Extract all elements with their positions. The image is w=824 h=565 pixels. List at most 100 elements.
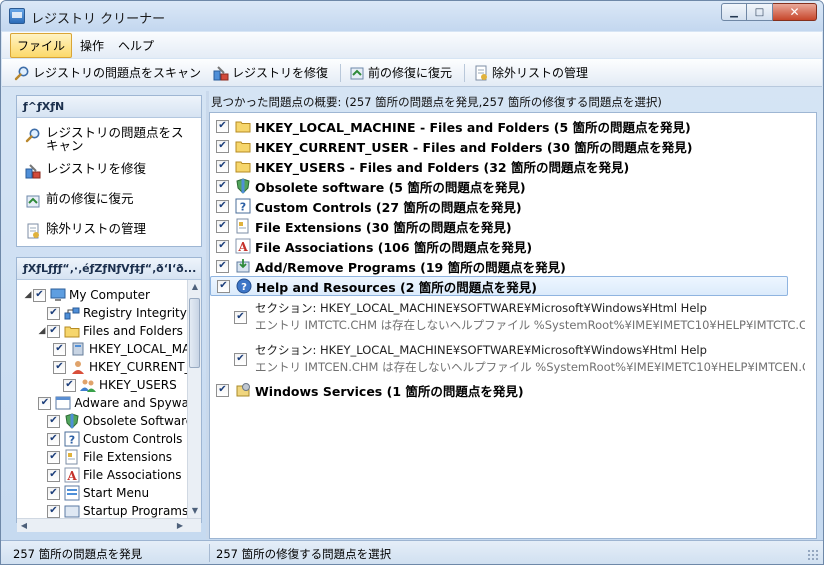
result-checkbox[interactable]: ✔ [216,259,229,273]
help-icon: ? [236,278,252,294]
tree-item[interactable]: ✔ File Extensions [23,448,201,466]
tree-item-checkbox[interactable]: ✔ [47,468,60,482]
result-checkbox[interactable]: ✔ [216,139,229,153]
svg-text:A: A [237,240,248,254]
tree-item[interactable]: ✔ Adware and Spyware [23,394,201,412]
result-checkbox[interactable]: ✔ [216,383,229,397]
startup-icon [64,503,80,519]
result-checkbox[interactable]: ✔ [216,239,229,253]
tree-item[interactable]: ✔? Custom Controls [23,430,201,448]
result-checkbox[interactable]: ✔ [216,199,229,213]
svg-text:?: ? [69,434,75,447]
tree-item-checkbox[interactable]: ✔ [47,432,60,446]
result-row[interactable]: ✔? Help and Resources (2 箇所の問題点を発見) [210,276,788,296]
tree-item[interactable]: ◢ ✔ My Computer [23,286,201,304]
scroll-left-arrow[interactable]: ◀ [17,519,31,532]
result-checkbox[interactable]: ✔ [216,219,229,233]
close-button[interactable]: ✕ [773,3,817,21]
repair-button[interactable]: レジストリを修復 [209,62,332,83]
tree-item-checkbox[interactable]: ✔ [47,306,60,320]
problem-checkbox[interactable]: ✔ [234,310,247,324]
menu-action[interactable]: 操作 [74,34,110,57]
status-found: 257 箇所の問題点を発見 [13,547,143,561]
result-checkbox[interactable]: ✔ [216,179,229,193]
result-row[interactable]: ✔? Custom Controls (27 箇所の問題点を発見) [210,196,816,216]
tree-item-checkbox[interactable]: ✔ [47,414,60,428]
app-icon [9,8,25,24]
tree-expander-icon[interactable]: ◢ [23,290,33,300]
result-label: Obsolete software (5 箇所の問題点を発見) [255,179,526,195]
tree-item-label: Files and Folders [83,324,183,338]
scroll-thumb[interactable] [189,298,200,368]
menu-file[interactable]: ファイル [10,32,73,58]
menu-bar: ファイル 操作 ヘルプ [2,32,822,58]
task-repair[interactable]: レジストリを修復 [17,158,201,188]
tree-item-checkbox[interactable]: ✔ [47,450,60,464]
result-row[interactable]: ✔ Add/Remove Programs (19 箇所の問題点を発見) [210,256,816,276]
shield-icon [64,413,80,429]
result-label: File Extensions (30 箇所の問題点を発見) [255,219,512,235]
install-icon [235,258,251,274]
menu-help[interactable]: ヘルプ [112,34,160,57]
task-restore[interactable]: 前の修復に復元 [17,188,201,218]
tree-item-checkbox[interactable]: ✔ [33,288,46,302]
tree-item[interactable]: ✔ Start Menu [23,484,201,502]
tree-item[interactable]: ✔ HKEY_CURRENT_USER [23,358,201,376]
minimize-button[interactable]: ▁ [721,3,747,21]
result-label: Custom Controls (27 箇所の問題点を発見) [255,199,522,215]
maximize-button[interactable]: □ [747,3,773,21]
task-repair-label: レジストリを修復 [46,161,147,176]
result-row[interactable]: ✔ HKEY_CURRENT_USER - Files and Folders (… [210,136,816,156]
svg-text:A: A [66,469,77,483]
tree-item[interactable]: ✔ Obsolete Software [23,412,201,430]
tree-expander-icon[interactable]: ◢ [37,326,47,336]
tree-item-checkbox[interactable]: ✔ [38,396,52,410]
folder-icon [235,138,251,154]
tree-item-checkbox[interactable]: ✔ [47,324,60,338]
result-checkbox[interactable]: ✔ [216,119,229,133]
computer-icon [50,287,66,303]
scroll-up-arrow[interactable]: ▲ [188,280,201,294]
result-checkbox[interactable]: ✔ [216,159,229,173]
tree-item-checkbox[interactable]: ✔ [47,486,60,500]
window-title: レジストリ クリーナー [31,12,166,27]
tree-item-checkbox[interactable]: ✔ [53,360,66,374]
tree-item-checkbox[interactable]: ✔ [63,378,76,392]
tree-item[interactable]: ✔ HKEY_LOCAL_MACHINE [23,340,201,358]
problem-detail-row[interactable]: ✔ セクション: HKEY_LOCAL_MACHINE¥SOFTWARE¥Micr… [210,338,816,380]
result-row[interactable]: ✔ Obsolete software (5 箇所の問題点を発見) [210,176,816,196]
tree-horizontal-scrollbar[interactable]: ◀ ▶ [17,518,201,532]
result-row[interactable]: ✔ A File Associations (106 箇所の問題点を発見) [210,236,816,256]
scan-button[interactable]: レジストリの問題点をスキャン [10,62,205,83]
tree-item-label: Start Menu [83,486,150,500]
font-icon: A [235,238,251,254]
tree-item-label: File Extensions [83,450,173,464]
restore-icon [349,65,365,81]
problem-section: セクション: HKEY_LOCAL_MACHINE¥SOFTWARE¥Micro… [255,343,707,357]
scroll-down-arrow[interactable]: ▼ [188,504,201,518]
tree-item[interactable]: ◢ ✔ Files and Folders [23,322,201,340]
problem-entry: エントリ IMTCTC.CHM は存在しないヘルプファイル %SystemRoo… [255,318,805,332]
resize-grip[interactable] [807,549,819,561]
tree-item[interactable]: ✔ A File Associations [23,466,201,484]
task-scan[interactable]: レジストリの問題点をスキャン [17,122,201,158]
result-row[interactable]: ✔ File Extensions (30 箇所の問題点を発見) [210,216,816,236]
problem-detail-row[interactable]: ✔ セクション: HKEY_LOCAL_MACHINE¥SOFTWARE¥Micr… [210,296,816,338]
tree-item-checkbox[interactable]: ✔ [47,504,60,518]
result-row[interactable]: ✔ HKEY_USERS - Files and Folders (32 箇所の問… [210,156,816,176]
tree-item[interactable]: ✔ Registry Integrity [23,304,201,322]
tree-item[interactable]: ✔ HKEY_USERS [23,376,201,394]
result-row[interactable]: ✔ HKEY_LOCAL_MACHINE - Files and Folders … [210,116,816,136]
section-tree: ◢ ✔ My Computer ✔ Registry Integrity ◢ ✔ Files … [17,280,201,532]
result-checkbox[interactable]: ✔ [217,279,230,293]
result-row[interactable]: ✔ Windows Services (1 箇所の問題点を発見) [210,380,816,400]
task-exclusions[interactable]: 除外リストの管理 [17,218,201,246]
tree-vertical-scrollbar[interactable]: ▲ ▼ [187,280,201,532]
problem-checkbox[interactable]: ✔ [234,352,247,366]
tree-item-checkbox[interactable]: ✔ [53,342,66,356]
problem-detail-text: セクション: HKEY_LOCAL_MACHINE¥SOFTWARE¥Micro… [255,342,805,376]
status-bar: 257 箇所の問題点を発見 257 箇所の修復する問題点を選択 [1,540,823,564]
exclusions-button[interactable]: 除外リストの管理 [469,62,592,83]
scroll-right-arrow[interactable]: ▶ [173,519,187,532]
restore-button[interactable]: 前の修復に復元 [345,62,456,83]
